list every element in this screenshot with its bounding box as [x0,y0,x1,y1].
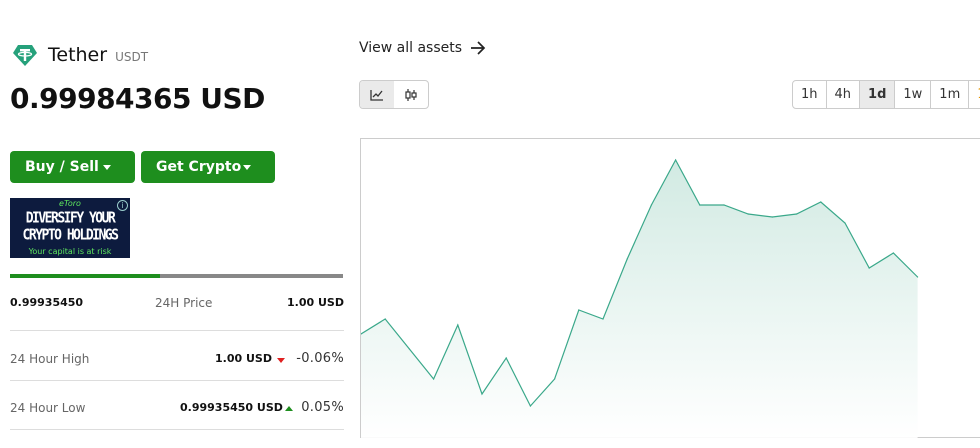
range-label: 24H Price [155,296,213,310]
high-24h-change: -0.06% [296,351,344,366]
divider [10,330,344,331]
low-24h-change: 0.05% [301,400,344,415]
price-range-fill [10,274,160,278]
range-1h-button[interactable]: 1h [793,81,827,108]
buy-sell-label: Buy / Sell [25,159,99,175]
chart-point-21 [868,267,870,269]
chart-point-3 [433,378,435,380]
chart-point-14 [699,204,701,206]
time-range-selector: 1h4h1d1w1m1y [792,80,980,109]
chart-point-18 [796,213,798,215]
ad-headline-1: DIVERSIFY YOUR [25,209,116,228]
divider [10,429,344,430]
get-crypto-button[interactable]: Get Crypto [141,151,275,183]
chart-point-1 [384,318,386,320]
view-all-label: View all assets [359,40,463,56]
chart-point-8 [554,378,556,380]
range-1d-button[interactable]: 1d [860,81,896,108]
line-chart-icon [370,89,383,101]
high-24h-row: 24 Hour High 1.00 USD -0.06% [10,351,344,372]
range-low-value: 0.99935450 [10,296,84,309]
coin-symbol: USDT [115,50,149,64]
range-1y-button[interactable]: 1y [969,81,980,108]
candlestick-chart-button[interactable] [394,81,428,108]
chevron-down-icon [103,165,111,170]
advertisement-banner[interactable]: eToro i DIVERSIFY YOUR CRYPTO HOLDINGS Y… [10,198,130,258]
range-4h-button[interactable]: 4h [827,81,861,108]
chart-point-22 [892,252,895,254]
chart-point-4 [457,324,459,326]
chart-point-6 [505,357,507,359]
chart-point-12 [650,204,652,206]
asset-summary-panel: Tether USDT 0.99984365 USD Buy / Sell Ge… [10,0,344,448]
chart-area-fill [361,160,918,439]
chart-point-7 [529,405,531,407]
chart-point-15 [723,204,725,206]
low-24h-row: 24 Hour Low 0.99935450 USD 0.05% [10,400,344,421]
candlestick-icon [405,88,417,101]
arrow-down-icon [277,358,285,363]
chart-point-9 [578,309,580,311]
chart-point-5 [481,393,483,395]
ad-headline-2: CRYPTO HOLDINGS [22,226,119,245]
chart-point-20 [844,222,846,224]
get-crypto-label: Get Crypto [156,159,242,175]
ad-disclaimer: Your capital is at risk [28,247,112,256]
chart-point-16 [747,213,749,215]
chart-point-13 [675,159,677,161]
price-range-bar [10,274,343,278]
high-24h-value: 1.00 USD [215,352,272,365]
low-24h-label: 24 Hour Low [10,401,86,415]
view-all-assets-link[interactable]: View all assets [359,40,486,56]
tether-logo-icon [13,45,37,66]
range-1w-button[interactable]: 1w [895,81,932,108]
chart-point-19 [820,201,822,203]
chart-point-10 [602,318,604,320]
price-chart[interactable] [360,138,980,439]
ad-brand: eToro [59,199,81,208]
high-24h-label: 24 Hour High [10,352,90,366]
low-24h-value: 0.99935450 USD [180,401,283,414]
current-price: 0.99984365 USD [10,82,265,115]
divider [10,380,344,381]
chart-point-11 [626,258,628,260]
buy-sell-button[interactable]: Buy / Sell [10,151,135,183]
coin-name: Tether [48,44,108,66]
arrow-up-icon [285,406,293,411]
coin-header: Tether USDT [12,42,148,68]
line-chart-button[interactable] [360,81,394,108]
range-1m-button[interactable]: 1m [931,81,970,108]
range-high-value: 1.00 USD [287,296,344,309]
price-chart-svg [360,158,919,439]
chevron-down-icon [243,165,251,170]
chart-point-17 [771,216,773,218]
chart-point-23 [917,276,919,278]
chart-point-2 [408,348,410,350]
chart-type-toggle [359,80,429,109]
price-range-row: 0.99935450 24H Price 1.00 USD [10,296,344,316]
arrow-right-icon [471,41,486,55]
